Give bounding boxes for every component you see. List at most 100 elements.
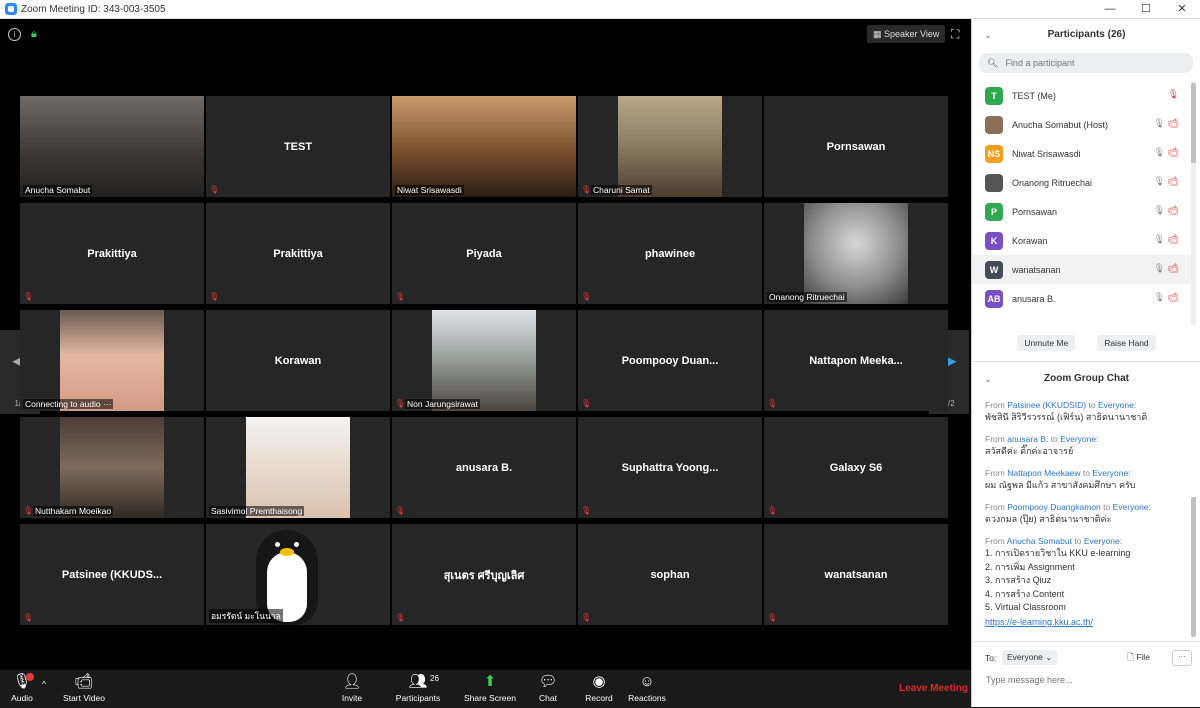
chat-message-input[interactable] <box>984 674 1188 686</box>
participant-tile[interactable]: 🎙︎ Charuni Samat <box>578 96 762 197</box>
reactions-button[interactable]: ☺︎ Reactions <box>628 673 666 703</box>
more-options-button[interactable]: ··· <box>1172 650 1192 666</box>
participant-status-icons: 🎙︎ 📹︎ <box>1154 292 1179 303</box>
sender-name[interactable]: Poompooy Duangkamon <box>1007 502 1101 512</box>
record-button[interactable]: ◉ Record <box>585 673 613 703</box>
participant-tile[interactable]: อมรรัตน์ มะโนนาล <box>206 524 390 625</box>
video-feed <box>432 310 536 411</box>
recipient-name[interactable]: Everyone: <box>1060 434 1098 444</box>
recipient-dropdown[interactable]: Everyone ⌄ <box>1002 650 1058 665</box>
tile-name: wanatsanan <box>824 568 888 581</box>
video-off-icon: 📹︎ <box>1167 176 1179 186</box>
tile-name: Nattapon Meeka... <box>809 354 903 367</box>
maximize-button[interactable]: ☐ <box>1128 0 1164 18</box>
share-screen-button[interactable]: ⬆︎ Share Screen <box>464 673 516 703</box>
chat-message: From Anucha Somabut to Everyone: 1. การเป… <box>985 535 1190 629</box>
avatar <box>985 173 1003 192</box>
audio-button[interactable]: 🎙︎ Audio <box>8 673 36 703</box>
participant-row[interactable]: Onanong Ritruechai 🎙︎ 📹︎ <box>972 168 1191 197</box>
mic-muted-icon: 🎙︎ <box>581 506 592 515</box>
participant-tile[interactable]: Onanong Ritruechai <box>764 203 948 304</box>
participant-row[interactable]: K Korawan 🎙︎ 📹︎ <box>972 226 1191 255</box>
mic-icon: 🎙︎ <box>1153 263 1166 273</box>
recipient-name[interactable]: Everyone: <box>1098 400 1136 410</box>
participant-tile[interactable]: Korawan <box>206 310 390 411</box>
reactions-icon: ☺︎ <box>639 673 655 690</box>
participant-tile[interactable]: Patsinee (KKUDS... 🎙︎ <box>20 524 204 625</box>
participant-row[interactable]: NS Niwat Srisawasdi 🎙︎ 📹︎ <box>972 139 1191 168</box>
participant-tile[interactable]: Nattapon Meeka... 🎙︎ <box>764 310 948 411</box>
chat-text: ผม ณัฐพล มีแก้ว สาขาสังคมศึกษา ครับ <box>985 480 1136 490</box>
participant-tile[interactable]: 🎙︎ Non Jarungsirawat <box>392 310 576 411</box>
participant-row[interactable]: AB anusara B. 🎙︎ 📹︎ <box>972 284 1191 313</box>
audio-options-button[interactable]: ^ <box>42 679 46 689</box>
minimize-button[interactable]: — <box>1092 0 1128 18</box>
participant-tile[interactable]: Poompooy Duan... 🎙︎ <box>578 310 762 411</box>
participant-tile[interactable]: sophan 🎙︎ <box>578 524 762 625</box>
recipient-name[interactable]: Everyone: <box>1092 468 1130 478</box>
participant-tile[interactable]: Piyada 🎙︎ <box>392 203 576 304</box>
chat-scrollbar[interactable] <box>1191 497 1196 637</box>
collapse-icon[interactable]: ⌄ <box>984 19 992 51</box>
gallery-grid: Anucha Somabut TEST 🎙︎ Niwat Srisawasdi 🎙︎ Ch… <box>20 96 950 631</box>
from-label: From <box>985 502 1005 512</box>
chat-message: From anusara B. to Everyone: สวัสดีค่ะ ดิ… <box>985 433 1190 458</box>
participant-tile[interactable]: Pornsawan <box>764 96 948 197</box>
participant-tile[interactable]: 🎙︎ Nutthakarn Moeikao <box>20 417 204 518</box>
chat-meta: From Nattapon Meekaew to Everyone: <box>985 467 1190 479</box>
collapse-icon[interactable]: ⌄ <box>984 366 992 392</box>
video-feed <box>246 417 350 518</box>
participant-search-input[interactable] <box>1003 57 1178 69</box>
info-icon[interactable]: i <box>8 28 21 41</box>
participant-tile[interactable]: Connecting to audio ··· <box>20 310 204 411</box>
file-button[interactable]: 🗋 File <box>1127 652 1150 666</box>
participant-row[interactable]: Wwanatsanan 🎙︎ 📹︎ <box>972 255 1191 284</box>
avatar: T <box>985 86 1003 105</box>
participant-search[interactable]: 🔍︎ <box>979 53 1193 73</box>
participants-button[interactable]: 👥︎ Participants 26 <box>394 673 442 703</box>
participant-row[interactable]: Anucha Somabut (Host) 🎙︎ 📹︎ <box>972 110 1191 139</box>
participant-row[interactable]: T TEST (Me) 🎙︎ <box>972 81 1191 110</box>
chat-icon: 💬︎ <box>538 673 558 690</box>
chat-button[interactable]: 💬︎ Chat <box>536 673 560 703</box>
raise-hand-button[interactable]: Raise Hand <box>1097 335 1156 351</box>
sender-name[interactable]: Patsinee (KKUDSID) <box>1007 400 1086 410</box>
video-off-icon: 📹︎ <box>1167 234 1179 244</box>
unmute-me-button[interactable]: Unmute Me <box>1017 335 1076 351</box>
participant-tile[interactable]: Suphattra Yoong... 🎙︎ <box>578 417 762 518</box>
speaker-view-button[interactable]: ▦ Speaker View <box>867 25 946 43</box>
chat-meta: From anusara B. to Everyone: <box>985 433 1190 445</box>
tile-label: Non Jarungsirawat <box>405 399 480 409</box>
sender-name[interactable]: anusara B. <box>1007 434 1048 444</box>
participant-tile[interactable]: Niwat Srisawasdi <box>392 96 576 197</box>
avatar <box>985 115 1003 134</box>
participant-tile[interactable]: Sasivimol Premthaisong <box>206 417 390 518</box>
recipient-name[interactable]: Everyone: <box>1084 536 1122 546</box>
leave-meeting-button[interactable]: Leave Meeting <box>899 683 968 694</box>
participant-name: Korawan <box>1012 235 1048 246</box>
participant-tile[interactable]: Prakittiya 🎙︎ <box>206 203 390 304</box>
participant-row[interactable]: P Pornsawan 🎙︎ 📹︎ <box>972 197 1191 226</box>
participant-tile[interactable]: Galaxy S6 🎙︎ <box>764 417 948 518</box>
participant-tile[interactable]: anusara B. 🎙︎ <box>392 417 576 518</box>
close-button[interactable]: ✕ <box>1164 0 1200 18</box>
participant-tile[interactable]: Prakittiya 🎙︎ <box>20 203 204 304</box>
invite-button[interactable]: 👤︎ Invite <box>338 673 366 703</box>
recipient-name[interactable]: Everyone: <box>1113 502 1151 512</box>
participant-scrollbar[interactable] <box>1191 81 1196 325</box>
participant-tile[interactable]: Anucha Somabut <box>20 96 204 197</box>
participant-tile[interactable]: TEST 🎙︎ <box>206 96 390 197</box>
participant-tile[interactable]: wanatsanan 🎙︎ <box>764 524 948 625</box>
chat-link[interactable]: https://e-learning.kku.ac.th/ <box>985 615 1190 629</box>
chat-text: 5. Virtual Classroom <box>985 602 1066 612</box>
sender-name[interactable]: Anucha Somabut <box>1007 536 1072 546</box>
start-video-button[interactable]: 📹︎ Start Video <box>60 673 108 703</box>
participant-tile[interactable]: สุเนตร ศรีบุญเลิศ 🎙︎ <box>392 524 576 625</box>
participant-name: Pornsawan <box>1012 206 1058 217</box>
chat-message: From Nattapon Meekaew to Everyone: ผม ณัฐ… <box>985 467 1190 492</box>
fullscreen-icon[interactable]: ⛶ <box>951 27 959 42</box>
participant-tile[interactable]: phawinee 🎙︎ <box>578 203 762 304</box>
sender-name[interactable]: Nattapon Meekaew <box>1007 468 1080 478</box>
tile-label: Onanong Ritruechai <box>767 292 847 302</box>
lock-icon[interactable]: 🔒︎ <box>31 28 37 41</box>
